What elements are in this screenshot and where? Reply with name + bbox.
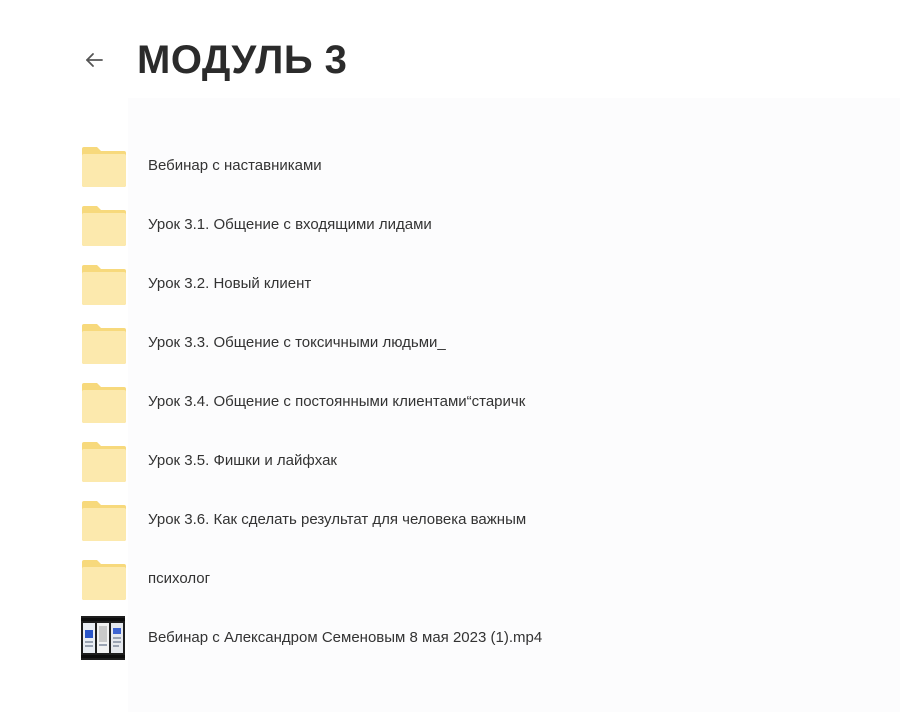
folder-icon <box>82 383 126 423</box>
list-item-label: психолог <box>148 570 211 587</box>
page-title: МОДУЛЬ 3 <box>137 38 348 82</box>
list-item-label: Урок 3.2. Новый клиент <box>148 275 312 292</box>
list-item[interactable]: Урок 3.3. Общение с токсичными людьми_ <box>72 315 672 371</box>
list-item-label: Урок 3.4. Общение с постоянными клиентам… <box>148 393 526 410</box>
list-item[interactable]: Вебинар с Александром Семеновым 8 мая 20… <box>72 610 672 666</box>
list-item-label: Урок 3.1. Общение с входящими лидами <box>148 216 432 233</box>
list-item[interactable]: Вебинар с наставниками <box>72 138 672 194</box>
folder-icon <box>82 442 126 482</box>
page: МОДУЛЬ 3 Вебинар с наставниками Урок 3.1… <box>0 0 900 712</box>
list-item-label: Урок 3.5. Фишки и лайфхак <box>148 452 337 469</box>
folder-icon <box>82 147 126 187</box>
folder-icon <box>82 501 126 541</box>
list-item[interactable]: Урок 3.2. Новый клиент <box>72 256 672 312</box>
list-item-label: Урок 3.3. Общение с токсичными людьми_ <box>148 334 446 351</box>
back-button[interactable] <box>80 46 108 74</box>
list-item-label: Вебинар с наставниками <box>148 157 322 174</box>
list-item[interactable]: Урок 3.5. Фишки и лайфхак <box>72 433 672 489</box>
list-item-label: Урок 3.6. Как сделать результат для чело… <box>148 511 527 528</box>
list-item[interactable]: Урок 3.4. Общение с постоянными клиентам… <box>72 374 672 430</box>
video-thumbnail-icon <box>81 616 125 660</box>
arrow-left-icon <box>86 53 103 67</box>
list-item-label: Вебинар с Александром Семеновым 8 мая 20… <box>148 629 543 646</box>
list-item[interactable]: Урок 3.1. Общение с входящими лидами <box>72 197 672 253</box>
folder-icon <box>82 324 126 364</box>
folder-icon <box>82 206 126 246</box>
folder-icon <box>82 265 126 305</box>
folder-icon <box>82 560 126 600</box>
list-item[interactable]: Урок 3.6. Как сделать результат для чело… <box>72 492 672 548</box>
list-item[interactable]: психолог <box>72 551 672 607</box>
